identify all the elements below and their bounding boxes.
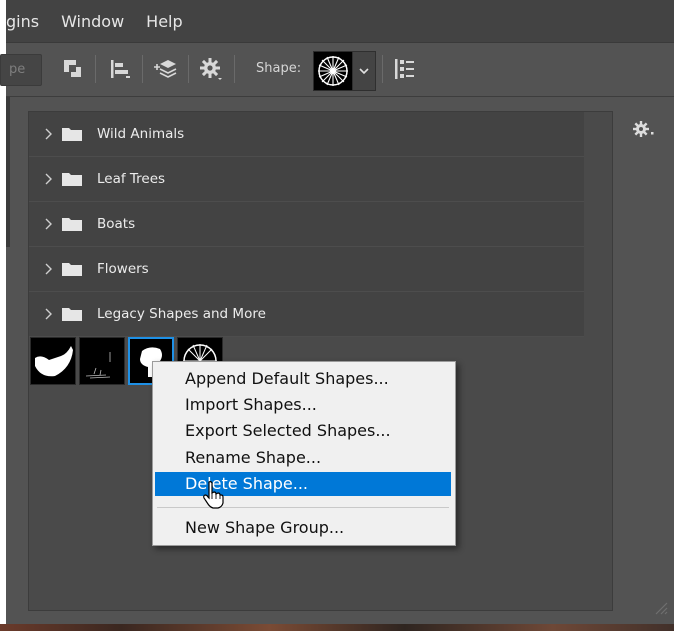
separator [382,55,383,83]
shape-group-label: Flowers [97,261,149,277]
path-operations-icon[interactable] [60,56,86,82]
hand-pointer-cursor-icon [203,481,224,509]
grass-shape-icon [85,352,111,379]
shape-label: Shape: [256,61,302,76]
shape-context-menu: Append Default Shapes... Import Shapes..… [152,361,456,546]
menu-divider [157,507,449,508]
menu-item-export-selected-shapes[interactable]: Export Selected Shapes... [155,419,451,443]
menu-window[interactable]: Window [61,12,124,31]
separator [234,55,235,83]
folder-icon [62,218,82,231]
shape-thumb-grass[interactable] [79,337,125,385]
chevron-down-icon [359,68,369,75]
menu-help[interactable]: Help [146,12,182,31]
shape-picker-thumbnail[interactable] [313,51,353,91]
shape-group-legacy[interactable]: Legacy Shapes and More [29,292,584,337]
shape-group-label: Boats [97,216,136,232]
separator [95,55,96,83]
folder-icon [62,308,82,321]
menu-item-rename-shape[interactable]: Rename Shape... [155,446,451,470]
folder-icon [62,128,82,141]
shape-group-boats[interactable]: Boats [29,202,584,247]
canvas-edge-strip [0,624,674,631]
menu-bar: gins Window Help [6,0,674,43]
separator [188,55,189,83]
starburst-shape-icon [318,56,348,86]
folder-icon [62,173,82,186]
shape-thumb-boat[interactable] [30,337,76,385]
chevron-right-icon[interactable] [39,125,57,143]
path-alignment-icon[interactable] [106,56,132,82]
separator [142,55,143,83]
menu-item-import-shapes[interactable]: Import Shapes... [155,393,451,417]
options-bar: pe Shape: [0,43,674,97]
chevron-right-icon[interactable] [39,170,57,188]
chevron-right-icon[interactable] [39,215,57,233]
gear-icon[interactable] [198,56,224,82]
shape-group-leaf-trees[interactable]: Leaf Trees [29,157,584,202]
shape-group-label: Wild Animals [97,126,185,142]
left-edge [6,97,10,247]
path-arrangement-icon[interactable] [152,56,178,82]
shape-picker-dropdown[interactable] [352,51,376,91]
chevron-right-icon[interactable] [39,260,57,278]
menu-item-delete-shape[interactable]: Delete Shape... [155,472,451,496]
align-edges-icon[interactable] [392,56,418,82]
shape-group-label: Legacy Shapes and More [97,306,266,322]
menu-item-append-default-shapes[interactable]: Append Default Shapes... [155,367,451,391]
resize-grip-icon[interactable] [652,599,668,615]
boat-shape-icon [35,346,73,377]
menu-item-new-shape-group[interactable]: New Shape Group... [155,516,451,540]
folder-icon [62,263,82,276]
menu-plugins[interactable]: gins [6,12,39,31]
shape-group-flowers[interactable]: Flowers [29,247,584,292]
panel-settings-gear-icon[interactable] [631,120,657,140]
shape-group-label: Leaf Trees [97,171,166,187]
shape-type-field[interactable]: pe [0,54,42,86]
shape-group-wild-animals[interactable]: Wild Animals [29,112,584,157]
chevron-right-icon[interactable] [39,305,57,323]
panel-scrollbar[interactable] [586,112,612,610]
